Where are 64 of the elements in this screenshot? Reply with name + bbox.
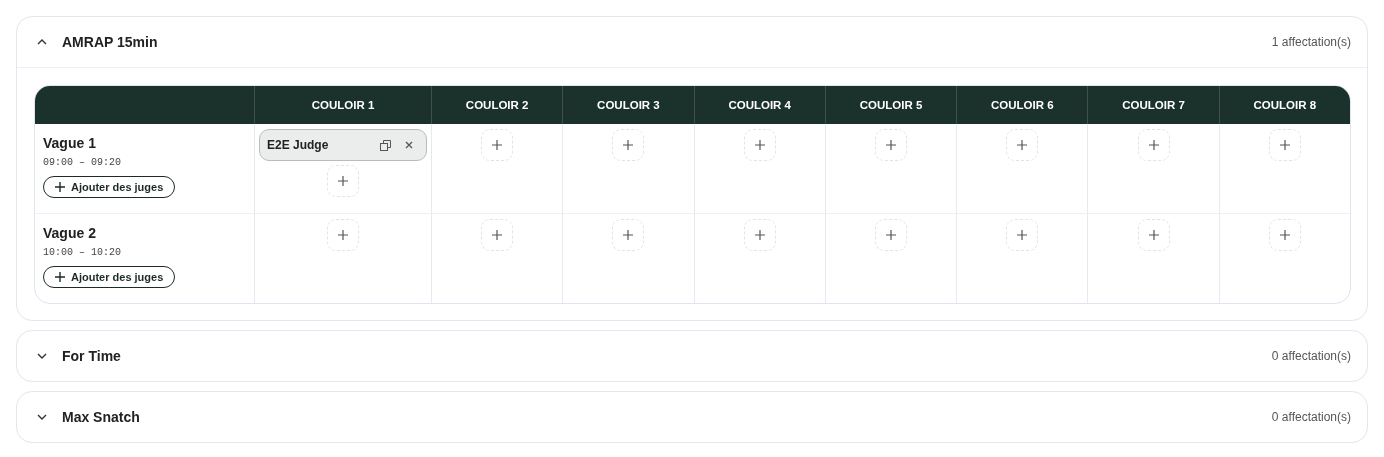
- column-header: COULOIR 4: [693, 86, 825, 124]
- copy-icon[interactable]: [380, 139, 391, 151]
- chevron-icon: [37, 353, 47, 359]
- section-title: Max Snatch: [62, 409, 140, 425]
- plus-icon: [1148, 140, 1159, 150]
- chevron-icon: [37, 39, 47, 45]
- add-button[interactable]: [327, 165, 359, 197]
- section-title: AMRAP 15min: [62, 34, 158, 50]
- wave-time: 10:00 – 10:20: [43, 247, 121, 258]
- add-judges-button[interactable]: Ajouter des juges: [43, 176, 176, 198]
- plus-icon: [1017, 230, 1028, 240]
- plus-icon: [754, 140, 765, 150]
- wave-time: 09:00 – 09:20: [43, 157, 121, 168]
- add-button[interactable]: [1137, 129, 1170, 161]
- plus-icon: [886, 140, 896, 150]
- plus-icon: [754, 230, 765, 240]
- add-judges-button[interactable]: Ajouter des juges: [43, 266, 176, 288]
- column-header: COULOIR 3: [562, 86, 694, 124]
- plus-icon: [492, 140, 503, 150]
- section-header[interactable]: For Time 0 affectation(s): [17, 331, 1367, 381]
- add-button[interactable]: [1268, 219, 1301, 251]
- assignment-count: 0 affectation(s): [1271, 410, 1351, 424]
- add-button[interactable]: [1006, 129, 1039, 161]
- column-header: COULOIR 6: [956, 86, 1088, 124]
- plus-icon: [623, 140, 634, 150]
- plus-icon: [338, 176, 348, 186]
- add-button[interactable]: [481, 219, 514, 251]
- section-title: For Time: [62, 348, 121, 364]
- add-button[interactable]: [1137, 219, 1170, 251]
- judge-name: E2E Judge: [267, 138, 329, 152]
- wave-name: Vague 2: [43, 225, 96, 241]
- add-button[interactable]: [875, 129, 907, 161]
- assignment-count: 0 affectation(s): [1271, 349, 1351, 363]
- column-header: COULOIR 7: [1087, 86, 1219, 124]
- plus-icon: [492, 230, 503, 240]
- column-header: COULOIR 2: [431, 86, 563, 124]
- add-button[interactable]: [327, 219, 359, 251]
- add-button[interactable]: [1006, 219, 1039, 251]
- close-icon[interactable]: [405, 141, 413, 149]
- section-header[interactable]: AMRAP 15min 1 affectation(s): [17, 17, 1367, 68]
- judge-chip[interactable]: E2E Judge: [259, 129, 427, 161]
- section-header[interactable]: Max Snatch 0 affectation(s): [17, 392, 1367, 442]
- add-button[interactable]: [743, 219, 776, 251]
- assignment-count: 1 affectation(s): [1271, 35, 1351, 49]
- add-button[interactable]: [612, 129, 645, 161]
- plus-icon: [623, 230, 634, 240]
- wave-name: Vague 1: [43, 135, 96, 151]
- plus-icon: [1148, 230, 1159, 240]
- plus-icon: [1017, 140, 1028, 150]
- plus-icon: [338, 230, 348, 240]
- add-button[interactable]: [743, 129, 776, 161]
- plus-icon: [1279, 230, 1290, 240]
- chevron-icon: [37, 414, 47, 420]
- plus-icon: [886, 230, 896, 240]
- plus-icon: [55, 272, 65, 282]
- column-header: COULOIR 1: [254, 86, 431, 124]
- add-button[interactable]: [1268, 129, 1301, 161]
- plus-icon: [1279, 140, 1290, 150]
- add-button[interactable]: [875, 219, 907, 251]
- column-header: COULOIR 5: [824, 86, 957, 124]
- add-button[interactable]: [481, 129, 514, 161]
- plus-icon: [55, 182, 65, 192]
- add-button[interactable]: [612, 219, 645, 251]
- column-header: COULOIR 8: [1218, 86, 1350, 124]
